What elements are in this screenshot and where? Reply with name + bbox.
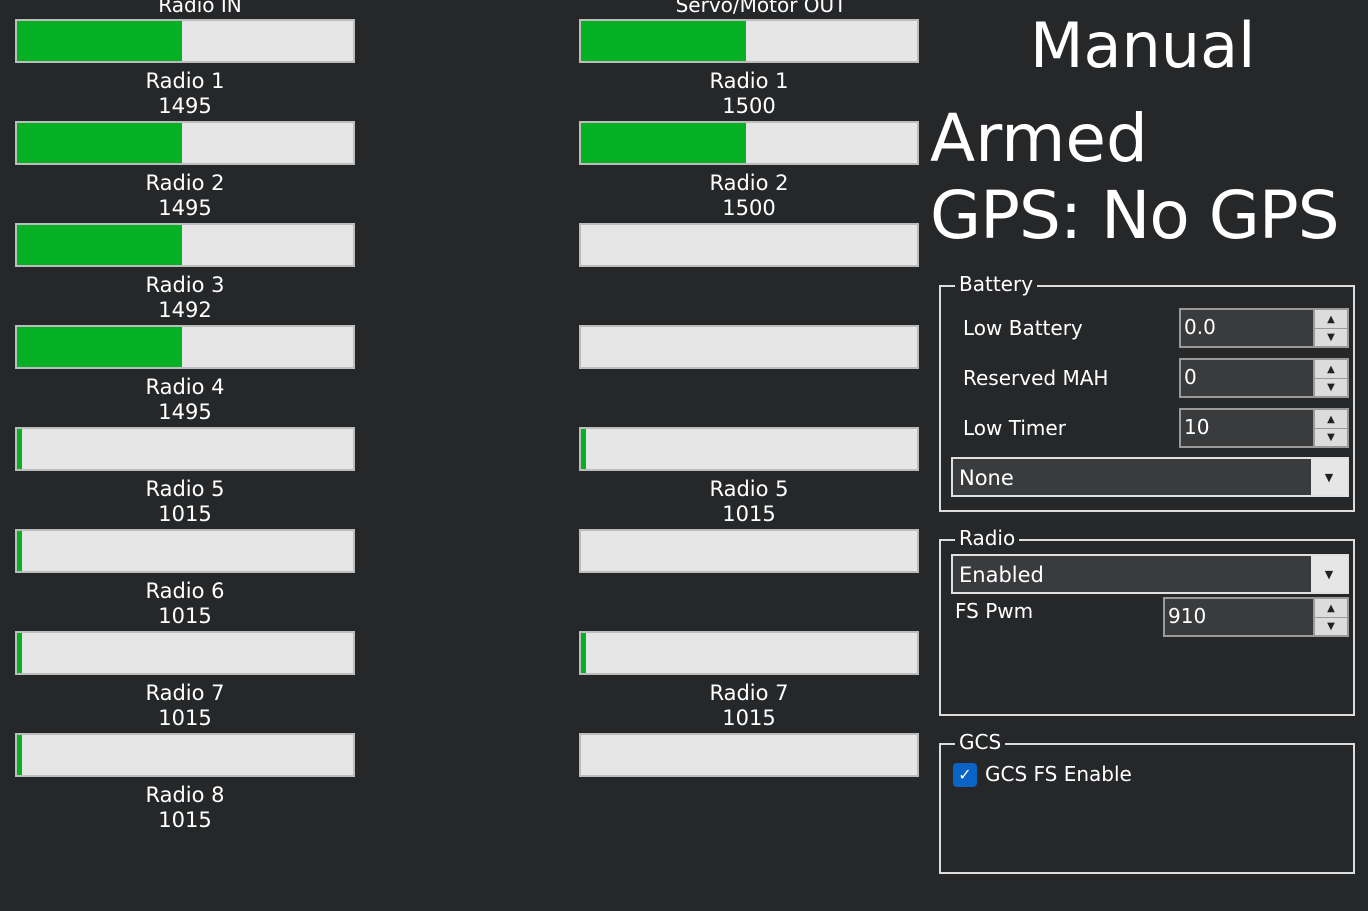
channel-value: 1015 xyxy=(158,502,212,526)
channel-bar xyxy=(15,631,355,675)
channel-bar-fill xyxy=(17,225,182,265)
channel-value: 1500 xyxy=(722,196,776,220)
channel-name: Radio 2 xyxy=(145,171,225,195)
channel-bar-fill xyxy=(17,735,22,775)
gcs-fs-enable-label[interactable]: GCS FS Enable xyxy=(985,761,1132,787)
reserved-mah-value: 0 xyxy=(1184,365,1197,389)
stepper-up-icon[interactable]: ▲ xyxy=(1315,599,1347,618)
channel-value: 1015 xyxy=(722,502,776,526)
channel-bar-fill xyxy=(581,633,586,673)
stepper-down-icon[interactable]: ▼ xyxy=(1315,617,1347,635)
channel-name: Radio 8 xyxy=(145,783,225,807)
gps-status-label: GPS: No GPS xyxy=(930,177,1340,254)
fs-pwm-value: 910 xyxy=(1168,604,1207,628)
armed-status-label: Armed xyxy=(930,100,1148,177)
low-battery-value: 0.0 xyxy=(1184,315,1216,339)
reserved-mah-stepper[interactable]: ▲ ▼ xyxy=(1313,360,1347,396)
channel-bar xyxy=(15,427,355,471)
channel-value: 1492 xyxy=(158,298,212,322)
fs-pwm-stepper[interactable]: ▲ ▼ xyxy=(1313,599,1347,635)
radio-failsafe-value: Enabled xyxy=(959,563,1044,587)
channel-name: Radio 1 xyxy=(709,69,789,93)
channel-value: 1500 xyxy=(722,94,776,118)
channel-bar-fill xyxy=(17,429,22,469)
channel-bar xyxy=(579,733,919,777)
fs-pwm-label: FS Pwm xyxy=(955,599,1034,623)
stepper-up-icon[interactable]: ▲ xyxy=(1315,360,1347,379)
channel-value: 1495 xyxy=(158,94,212,118)
channel-bar-fill xyxy=(581,21,746,61)
reserved-mah-input[interactable]: 0 ▲ ▼ xyxy=(1179,358,1349,398)
channel-bar xyxy=(579,19,919,63)
radio-failsafe-group: Radio Enabled ▼ FS Pwm 910 ▲ ▼ xyxy=(939,525,1355,716)
stepper-up-icon[interactable]: ▲ xyxy=(1315,310,1347,329)
low-timer-label: Low Timer xyxy=(963,416,1066,440)
channel-bar xyxy=(15,733,355,777)
channel-value: 1495 xyxy=(158,400,212,424)
battery-group: Battery Low Battery 0.0 ▲ ▼ Reserved MAH… xyxy=(939,271,1355,512)
channel-bar-fill xyxy=(17,531,22,571)
channel-value: 1015 xyxy=(722,706,776,730)
channel-bar xyxy=(579,529,919,573)
battery-action-select[interactable]: None ▼ xyxy=(951,457,1349,497)
channel-value: 1015 xyxy=(158,706,212,730)
channel-value: 1015 xyxy=(158,808,212,832)
gcs-group-title: GCS xyxy=(955,729,1006,755)
battery-group-title: Battery xyxy=(955,271,1038,297)
low-battery-stepper[interactable]: ▲ ▼ xyxy=(1313,310,1347,346)
channel-name: Radio 7 xyxy=(145,681,225,705)
channel-bar-fill xyxy=(581,429,586,469)
checkmark-icon: ✓ xyxy=(958,765,972,784)
low-battery-input[interactable]: 0.0 ▲ ▼ xyxy=(1179,308,1349,348)
channel-bar-fill xyxy=(17,633,22,673)
channel-bar-fill xyxy=(17,21,182,61)
channel-bar xyxy=(15,223,355,267)
channel-bar xyxy=(579,121,919,165)
channel-name: Radio 3 xyxy=(145,273,225,297)
channel-name: Radio 5 xyxy=(145,477,225,501)
channel-value: 1015 xyxy=(158,604,212,628)
channel-bar xyxy=(579,427,919,471)
channel-name: Radio 5 xyxy=(709,477,789,501)
gcs-group: GCS ✓ GCS FS Enable xyxy=(939,729,1355,874)
channel-bar xyxy=(15,325,355,369)
stepper-down-icon[interactable]: ▼ xyxy=(1315,428,1347,446)
channel-value: 1495 xyxy=(158,196,212,220)
channel-bar-fill xyxy=(17,327,182,367)
channel-name: Radio 7 xyxy=(709,681,789,705)
channel-bar xyxy=(15,121,355,165)
flight-mode-label: Manual xyxy=(1030,9,1256,82)
stepper-down-icon[interactable]: ▼ xyxy=(1315,378,1347,396)
low-timer-input[interactable]: 10 ▲ ▼ xyxy=(1179,408,1349,448)
low-timer-value: 10 xyxy=(1184,415,1210,439)
radio-failsafe-select[interactable]: Enabled ▼ xyxy=(951,554,1349,594)
chevron-down-icon[interactable]: ▼ xyxy=(1311,556,1347,592)
channel-bar-fill xyxy=(17,123,182,163)
low-timer-stepper[interactable]: ▲ ▼ xyxy=(1313,410,1347,446)
reserved-mah-label: Reserved MAH xyxy=(963,366,1109,390)
radio-group-title: Radio xyxy=(955,525,1020,551)
channel-name: Radio 2 xyxy=(709,171,789,195)
stepper-up-icon[interactable]: ▲ xyxy=(1315,410,1347,429)
low-battery-label: Low Battery xyxy=(963,316,1083,340)
channel-bar xyxy=(579,631,919,675)
channel-bar xyxy=(15,19,355,63)
channel-bar-fill xyxy=(581,123,746,163)
channel-name: Radio 1 xyxy=(145,69,225,93)
channel-bar xyxy=(15,529,355,573)
channel-bar xyxy=(579,223,919,267)
battery-action-value: None xyxy=(959,466,1014,490)
channel-name: Radio 6 xyxy=(145,579,225,603)
fs-pwm-input[interactable]: 910 ▲ ▼ xyxy=(1163,597,1349,637)
channel-bar xyxy=(579,325,919,369)
stepper-down-icon[interactable]: ▼ xyxy=(1315,328,1347,346)
chevron-down-icon[interactable]: ▼ xyxy=(1311,459,1347,495)
channel-name: Radio 4 xyxy=(145,375,225,399)
gcs-fs-enable-checkbox[interactable]: ✓ xyxy=(953,763,977,787)
